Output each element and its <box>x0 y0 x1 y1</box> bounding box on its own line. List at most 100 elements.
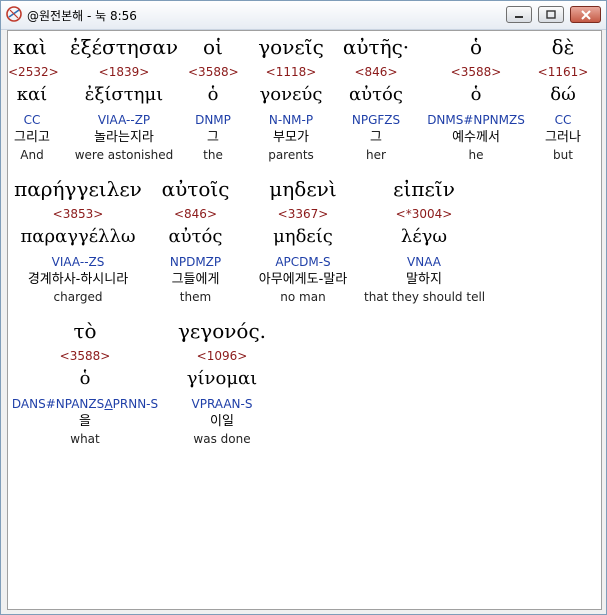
maximize-icon <box>546 10 556 19</box>
korean-gloss: 예수께서 <box>452 130 500 145</box>
greek-word: τὸ <box>73 319 97 343</box>
word-column[interactable]: γεγονός. <1096> γίνομαι VPRAAN-S 이일 was … <box>174 315 270 447</box>
korean-gloss: 그리고 <box>14 130 50 145</box>
lemma: ὁ <box>79 368 91 389</box>
parse-code: DNMP <box>195 113 231 127</box>
title-bar[interactable]: @원전본해 - 눅 8:56 <box>1 1 606 30</box>
parse-code-underlined: A <box>104 397 113 411</box>
interlinear-panel: καὶ <2532> καί CC 그리고 And ἐξέστησαν <183… <box>7 30 602 610</box>
english-gloss: that they should tell <box>364 290 486 304</box>
word-column[interactable]: μηδενὶ <3367> μηδείς APCDM-S 아무에게도-말라 no… <box>242 173 364 305</box>
strong-number: <2532> <box>8 65 59 79</box>
word-column[interactable]: γονεῖς <1118> γονεύς N-NM-P 부모가 parents <box>249 31 333 163</box>
parse-code: VPRAAN-S <box>191 397 253 411</box>
strong-number: <3588> <box>450 65 502 79</box>
greek-word: μηδενὶ <box>269 177 337 201</box>
word-column[interactable]: ἐξέστησαν <1839> ἐξίστημι VIAA--ZP 놀라는지라… <box>66 31 182 163</box>
greek-word: αὐτοῖς <box>161 177 230 201</box>
window-title: @원전본해 - 눅 8:56 <box>27 9 137 23</box>
greek-word: ἐξέστησαν <box>69 35 179 59</box>
parse-code: CC <box>23 113 41 127</box>
minimize-button[interactable] <box>506 6 532 23</box>
close-button[interactable] <box>570 6 601 23</box>
english-gloss: And <box>20 148 44 162</box>
word-column[interactable]: ὁ <3588> ὁ DNMS#NPNMZS 예수께서 he <box>421 31 531 163</box>
english-gloss: but <box>553 148 573 162</box>
english-gloss: were astonished <box>74 148 174 162</box>
greek-word: γονεῖς <box>258 35 324 59</box>
strong-number: <*3004> <box>395 207 453 221</box>
lemma: λέγω <box>400 226 448 247</box>
word-column[interactable]: καὶ <2532> καί CC 그리고 And <box>8 31 59 163</box>
korean-gloss: 경계하사-하시니라 <box>27 272 129 287</box>
word-column[interactable]: εἰπεῖν <*3004> λέγω VNAA 말하지 that they s… <box>364 173 486 305</box>
word-column[interactable]: αὐτοῖς <846> αὐτός NPDMZP 그들에게 them <box>153 173 238 305</box>
strong-number: <1096> <box>196 349 248 363</box>
english-gloss: he <box>468 148 484 162</box>
strong-number: <3588> <box>188 65 239 79</box>
lemma: δώ <box>550 84 576 105</box>
korean-gloss: 놀라는지라 <box>94 130 154 145</box>
parse-code: NPDMZP <box>169 255 222 269</box>
korean-gloss: 아무에게도-말라 <box>258 272 348 287</box>
word-column[interactable]: δὲ <1161> δώ CC 그러나 but <box>536 31 590 163</box>
lemma: παραγγέλλω <box>20 226 136 247</box>
lemma: ὁ <box>470 84 482 105</box>
parse-code: CC <box>554 113 572 127</box>
korean-gloss: 말하지 <box>406 272 442 287</box>
english-gloss: her <box>366 148 386 162</box>
parse-code: DANS#NPANZSAPRNN-S <box>8 395 162 413</box>
korean-gloss: 부모가 <box>273 130 309 145</box>
greek-word: οἱ <box>203 35 223 59</box>
strong-number: <1161> <box>537 65 589 79</box>
strong-number: <1839> <box>98 65 150 79</box>
english-gloss: was done <box>193 432 251 446</box>
korean-gloss: 그러나 <box>545 130 581 145</box>
greek-word: αὐτῆς· <box>342 35 410 59</box>
word-column[interactable]: παρήγγειλεν <3853> παραγγέλλω VIAA--ZS 경… <box>8 173 148 305</box>
english-gloss: them <box>179 290 212 304</box>
english-gloss: the <box>203 148 223 162</box>
greek-word: εἰπεῖν <box>393 177 455 201</box>
greek-word: ὁ <box>469 35 483 59</box>
app-window: @원전본해 - 눅 8:56 καὶ <2532> καί CC 그리고 And… <box>0 0 607 615</box>
strong-number: <3853> <box>52 207 104 221</box>
app-icon <box>6 6 22 22</box>
lemma: αὐτός <box>168 226 223 247</box>
strong-number: <3588> <box>59 349 111 363</box>
parse-code: VIAA--ZP <box>97 113 151 127</box>
korean-gloss: 그 <box>207 130 219 145</box>
english-gloss: no man <box>280 290 326 304</box>
word-column[interactable]: τὸ <3588> ὁ DANS#NPANZSAPRNN-S 을 what <box>8 315 162 447</box>
greek-word: γεγονός. <box>177 319 267 343</box>
english-gloss: parents <box>268 148 314 162</box>
korean-gloss: 이일 <box>210 414 234 429</box>
close-icon <box>580 9 591 20</box>
parse-code-prefix: DANS#NPANZS <box>11 397 105 411</box>
minimize-icon <box>515 15 523 18</box>
word-column[interactable]: αὐτῆς· <846> αὐτός NPGFZS 그 her <box>337 31 415 163</box>
korean-gloss: 그 <box>370 130 382 145</box>
strong-number: <846> <box>173 207 217 221</box>
lemma: αὐτός <box>349 84 403 105</box>
parse-code: NPGFZS <box>351 113 401 127</box>
english-gloss: charged <box>53 290 103 304</box>
strong-number: <3367> <box>277 207 329 221</box>
lemma: ἐξίστημι <box>84 84 164 105</box>
lemma: γονεύς <box>259 84 323 105</box>
greek-word: παρήγγειλεν <box>14 177 142 201</box>
lemma: καί <box>16 84 48 105</box>
parse-code: N-NM-P <box>268 113 314 127</box>
korean-gloss: 그들에게 <box>171 272 220 287</box>
parse-code: APCDM-S <box>275 255 331 269</box>
strong-number: <1118> <box>265 65 317 79</box>
english-gloss: what <box>70 432 100 446</box>
parse-code-suffix: PRNN-S <box>112 397 159 411</box>
parse-code: VIAA--ZS <box>51 255 105 269</box>
lemma: γίνομαι <box>186 368 258 389</box>
lemma: ὁ <box>207 84 219 105</box>
word-column[interactable]: οἱ <3588> ὁ DNMP 그 the <box>188 31 239 163</box>
greek-word: δὲ <box>551 35 575 59</box>
korean-gloss: 을 <box>79 414 91 429</box>
maximize-button[interactable] <box>538 6 564 23</box>
